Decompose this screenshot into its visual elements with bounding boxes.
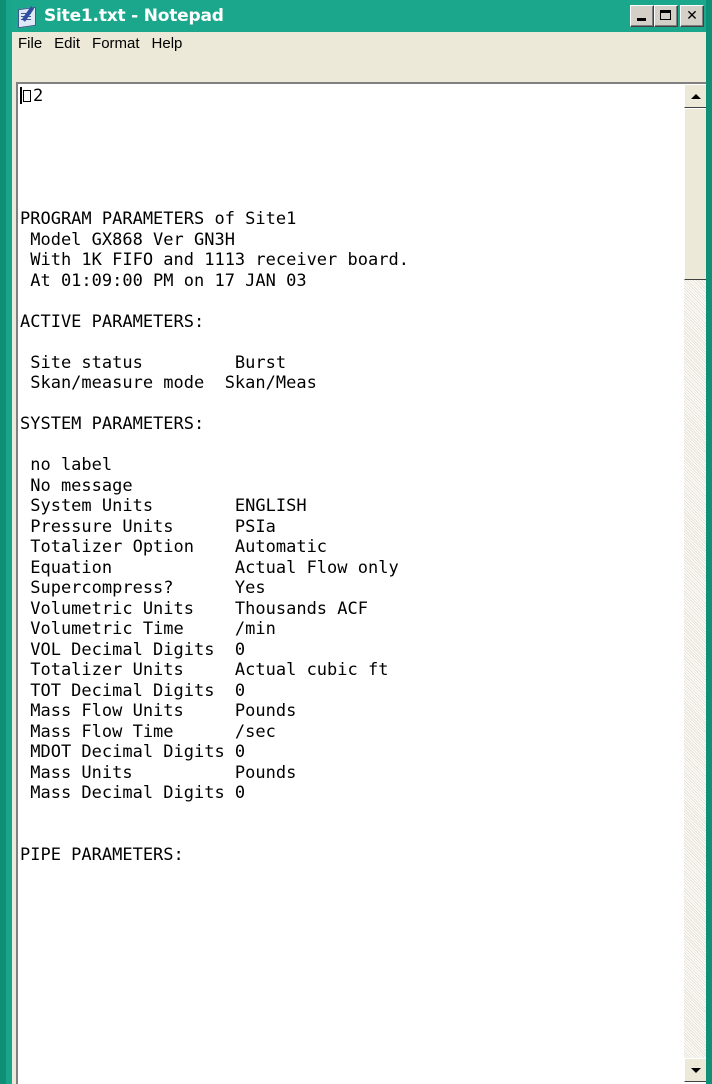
menu-bar: File Edit Format Help (12, 32, 712, 57)
text-caret (20, 87, 22, 104)
unprintable-char-glyph (23, 90, 31, 102)
first-line-text: 2 (33, 86, 44, 106)
document-line: PIPE PARAMETERS: (20, 844, 184, 865)
document-lines: PROGRAM PARAMETERS of Site1 Model GX868 … (20, 209, 409, 865)
document-line: Site status Burst (20, 352, 287, 373)
caption-buttons: ✕ (630, 5, 704, 27)
document-line: Model GX868 Ver GN3H (20, 229, 235, 250)
document-line: Volumetric Units Thousands ACF (20, 598, 368, 619)
document-line: No message (20, 475, 133, 496)
text-editor[interactable]: 2 PROGRAM PARAMETERS of Site1 Model GX86… (16, 82, 708, 1084)
close-icon: ✕ (686, 8, 698, 24)
maximize-icon (660, 10, 671, 20)
notepad-icon[interactable] (16, 5, 38, 29)
document-line: At 01:09:00 PM on 17 JAN 03 (20, 270, 307, 291)
menu-file[interactable]: File (12, 32, 48, 56)
document-text[interactable]: 2 PROGRAM PARAMETERS of Site1 Model GX86… (20, 86, 668, 1082)
scrollbar-thumb[interactable] (684, 108, 708, 280)
title-bar[interactable]: Site1.txt - Notepad ✕ (12, 0, 712, 32)
scroll-up-arrow-icon (691, 93, 701, 99)
document-line: Supercompress? Yes (20, 578, 266, 598)
document-line: Mass Units Pounds (20, 762, 297, 783)
minimize-button[interactable] (630, 5, 654, 27)
document-line: VOL Decimal Digits 0 (20, 639, 246, 660)
document-line: SYSTEM PARAMETERS: (20, 414, 205, 434)
document-line: System Units ENGLISH (20, 496, 307, 516)
document-line: no label (20, 455, 113, 475)
window-title: Site1.txt - Notepad (44, 6, 224, 26)
scroll-down-button[interactable] (684, 1058, 708, 1082)
scroll-up-button[interactable] (684, 84, 708, 108)
vertical-scrollbar[interactable] (684, 84, 708, 1082)
close-button[interactable]: ✕ (680, 5, 704, 27)
document-line: With 1K FIFO and 1113 receiver board. (20, 250, 409, 270)
notepad-window: Site1.txt - Notepad ✕ File Edit Format H… (0, 0, 712, 1084)
document-line: Volumetric Time /min (20, 619, 276, 639)
document-line: MDOT Decimal Digits 0 (20, 742, 246, 762)
client-area: 2 PROGRAM PARAMETERS of Site1 Model GX86… (12, 56, 712, 1084)
scroll-down-arrow-icon (691, 1067, 701, 1073)
document-line: Mass Flow Units Pounds (20, 701, 297, 721)
document-line: PROGRAM PARAMETERS of Site1 (20, 209, 297, 229)
menu-help[interactable]: Help (146, 32, 189, 56)
menu-format[interactable]: Format (86, 32, 146, 56)
menu-edit[interactable]: Edit (48, 32, 86, 56)
document-line: TOT Decimal Digits 0 (20, 680, 246, 701)
document-line: Totalizer Option Automatic (20, 537, 328, 557)
document-line: Equation Actual Flow only (20, 557, 399, 578)
document-line: ACTIVE PARAMETERS: (20, 311, 205, 332)
document-line: Totalizer Units Actual cubic ft (20, 660, 389, 680)
document-line: Skan/measure mode Skan/Meas (20, 373, 317, 393)
maximize-button[interactable] (654, 5, 678, 27)
document-line: Pressure Units PSIa (20, 516, 276, 537)
document-line: Mass Decimal Digits 0 (20, 783, 246, 803)
window-right-border (706, 0, 712, 1084)
document-line: Mass Flow Time /sec (20, 721, 276, 742)
minimize-icon (637, 18, 646, 21)
